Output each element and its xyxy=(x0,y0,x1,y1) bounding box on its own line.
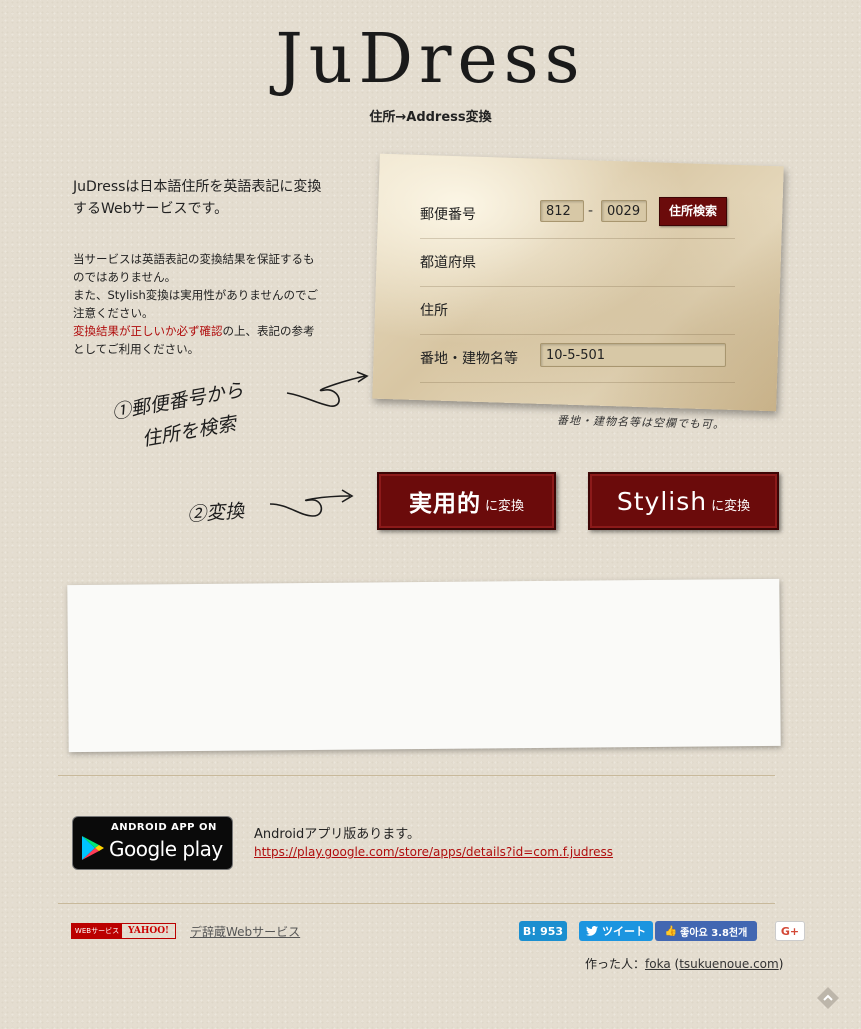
address-search-button[interactable]: 住所検索 xyxy=(659,197,727,226)
credits-open: ( xyxy=(670,957,680,971)
disclaimer-line-1: 当サービスは英語表記の変換結果を保証するものではありません。 xyxy=(73,252,315,284)
address-row: 住所 xyxy=(420,286,735,335)
google-play-badge-top: ANDROID APP ON xyxy=(111,822,217,833)
divider xyxy=(58,903,775,904)
disclaimer-line-2: また、Stylish変換は実用性がありませんのでご注意ください。 xyxy=(73,288,318,320)
site-tagline: 住所→Address変換 xyxy=(369,110,492,125)
zip-label: 郵便番号 xyxy=(420,207,476,223)
zip-second-input[interactable] xyxy=(601,200,647,222)
google-plus-button[interactable]: G+ xyxy=(775,921,805,941)
address-optional-note: 番地・建物名等は空欄でも可。 xyxy=(556,413,726,432)
yahoo-badge-right: YAHOO! xyxy=(128,926,169,936)
like-label: 좋아요 3.8천개 xyxy=(680,927,748,939)
twitter-bird-icon xyxy=(586,926,598,936)
scroll-top-icon[interactable] xyxy=(816,986,840,1010)
credits-prefix: 作った人： xyxy=(585,957,646,971)
google-play-badge-bottom: Google play xyxy=(109,837,223,861)
credits-close: ) xyxy=(778,957,784,971)
facebook-like-button[interactable]: 👍 좋아요 3.8천개 xyxy=(655,921,757,941)
step1-arrow-icon xyxy=(286,371,369,407)
google-play-icon xyxy=(82,836,104,860)
prefecture-label: 都道府県 xyxy=(420,255,476,271)
result-output-area[interactable] xyxy=(67,578,781,753)
building-input[interactable] xyxy=(540,343,726,367)
tweet-label: ツイート xyxy=(602,925,646,938)
prefecture-row: 都道府県 xyxy=(420,238,735,287)
author-link[interactable]: foka xyxy=(645,957,671,971)
step2-arrow-icon xyxy=(269,489,354,517)
android-app-link[interactable]: https://play.google.com/store/apps/detai… xyxy=(254,845,613,859)
step2-label: ②変換 xyxy=(186,500,245,526)
disclaimer-warning: 変換結果が正しいか必ず確認 xyxy=(73,324,223,338)
intro-text: JuDressは日本語住所を英語表記に変換するWebサービスです。 xyxy=(73,179,322,217)
disclaimer-text: 当サービスは英語表記の変換結果を保証するものではありません。 また、Stylis… xyxy=(73,250,323,358)
practical-convert-main: 実用的 xyxy=(408,490,481,517)
thumbs-up-icon: 👍 xyxy=(664,925,678,937)
site-link[interactable]: tsukuenoue.com xyxy=(679,957,779,971)
address-label: 住所 xyxy=(420,303,448,319)
stylish-convert-main: Stylish xyxy=(616,486,708,516)
practical-convert-button[interactable]: 実用的 に変換 xyxy=(377,472,556,530)
dejizo-link[interactable]: デ辞蔵Webサービス xyxy=(190,923,300,940)
yahoo-web-service-badge[interactable]: WEBサービス YAHOO! xyxy=(71,923,176,939)
stylish-convert-sub: に変換 xyxy=(711,498,751,514)
zip-first-input[interactable] xyxy=(540,200,584,222)
divider xyxy=(58,775,775,776)
hatena-bookmark-button[interactable]: B! 953 xyxy=(519,921,567,941)
building-label: 番地・建物名等 xyxy=(420,351,518,367)
google-play-badge[interactable]: ANDROID APP ON Google play xyxy=(72,816,233,870)
practical-convert-sub: に変換 xyxy=(484,498,524,514)
stylish-convert-button[interactable]: Stylish に変換 xyxy=(588,472,779,530)
credits: 作った人：foka (tsukuenoue.com) xyxy=(585,955,783,972)
site-logo[interactable]: JuDress xyxy=(0,26,861,94)
tweet-button[interactable]: ツイート xyxy=(579,921,653,941)
android-app-text: Androidアプリ版あります。 xyxy=(254,827,420,842)
yahoo-badge-left: WEBサービス xyxy=(72,924,122,938)
zip-dash: - xyxy=(588,203,594,219)
